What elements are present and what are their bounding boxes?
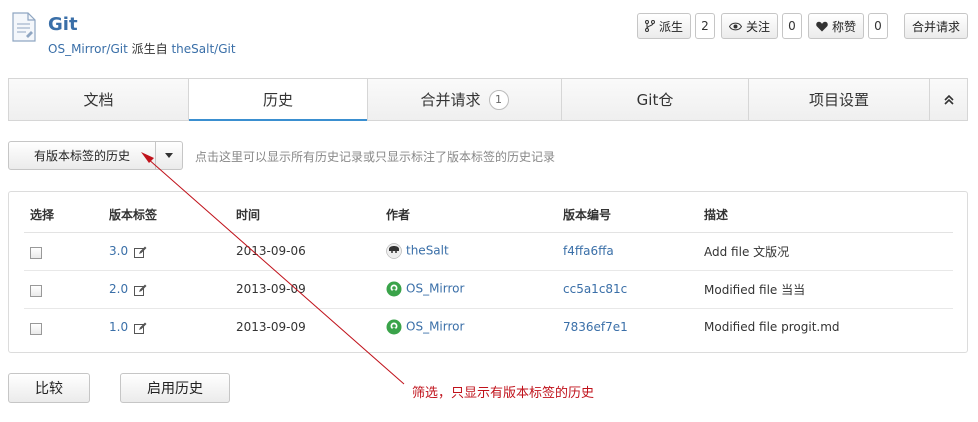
author-link[interactable]: OS_Mirror [406, 282, 464, 296]
filter-hint: 点击这里可以显示所有历史记录或只显示标注了版本标签的历史记录 [195, 150, 556, 164]
tab-git-repo-label: Git仓 [636, 91, 674, 109]
column-header-commit: 版本编号 [557, 198, 698, 233]
repo-actions: 派生 2 关注 0 称赞 0 合并请求 [636, 13, 968, 39]
history-table: 选择 版本标签 时间 作者 版本编号 描述 3.0 2013-09-06 the… [24, 198, 953, 346]
commit-description: Modified file progit.md [704, 320, 840, 335]
compare-button[interactable]: 比较 [8, 373, 90, 403]
commit-hash-link[interactable]: f4ffa6ffa [563, 244, 614, 258]
heart-icon [816, 21, 828, 31]
collapse-tabs-button[interactable] [930, 79, 967, 120]
repo-tabs: 文档 历史 合并请求 1 Git仓 项目设置 [8, 78, 968, 121]
watch-count[interactable]: 0 [781, 13, 802, 39]
tab-history[interactable]: 历史 [189, 79, 368, 121]
table-row: 1.0 2013-09-09 OS_Mirror 7836ef7e1 Modif… [24, 308, 953, 346]
tab-docs[interactable]: 文档 [9, 79, 189, 120]
fork-button[interactable]: 派生 [636, 13, 691, 39]
avatar [386, 243, 402, 259]
watch-button[interactable]: 关注 [720, 13, 778, 39]
table-header-row: 选择 版本标签 时间 作者 版本编号 描述 [24, 198, 953, 233]
row-checkbox[interactable] [30, 285, 42, 297]
chevron-down-icon [165, 153, 173, 158]
star-button[interactable]: 称赞 [807, 13, 864, 39]
fork-label: 派生 [658, 19, 683, 34]
repo-title[interactable]: Git [48, 14, 78, 35]
author-link[interactable]: theSalt [406, 244, 449, 258]
version-tag-link[interactable]: 2.0 [109, 282, 128, 296]
table-row: 2.0 2013-09-09 OS_Mirror cc5a1c81c Modif… [24, 270, 953, 309]
edit-icon[interactable] [134, 284, 147, 296]
tab-pull-requests[interactable]: 合并请求 1 [368, 79, 562, 120]
repo-subtitle: OS_Mirror/Git 派生自 theSalt/Git [48, 40, 236, 57]
repository-icon [12, 12, 36, 42]
double-chevron-up-icon [943, 94, 954, 105]
forked-from-label: 派生自 [127, 42, 172, 56]
eye-icon [728, 22, 742, 30]
commit-hash-link[interactable]: 7836ef7e1 [563, 320, 628, 334]
star-label: 称赞 [831, 19, 856, 34]
history-panel: 选择 版本标签 时间 作者 版本编号 描述 3.0 2013-09-06 the… [8, 191, 968, 353]
column-header-time: 时间 [230, 198, 380, 233]
column-header-author: 作者 [380, 198, 557, 233]
enable-history-button[interactable]: 启用历史 [120, 373, 230, 403]
avatar [386, 281, 402, 297]
commit-date: 2013-09-09 [230, 270, 380, 309]
edit-icon[interactable] [134, 246, 147, 258]
commit-hash-link[interactable]: cc5a1c81c [563, 282, 627, 296]
pull-request-button[interactable]: 合并请求 [903, 13, 968, 39]
commit-date: 2013-09-06 [230, 232, 380, 271]
pull-request-count-badge: 1 [488, 89, 509, 110]
tab-git-repo[interactable]: Git仓 [562, 79, 749, 120]
column-header-description: 描述 [698, 198, 953, 233]
author-link[interactable]: OS_Mirror [406, 320, 464, 334]
fork-icon [644, 20, 655, 32]
tab-project-settings-label: 项目设置 [808, 91, 869, 109]
tab-project-settings[interactable]: 项目设置 [749, 79, 930, 120]
avatar [386, 319, 402, 335]
watch-label: 关注 [745, 19, 770, 34]
row-checkbox[interactable] [30, 323, 42, 336]
commit-date: 2013-09-09 [236, 320, 306, 335]
version-tag-link[interactable]: 3.0 [109, 244, 128, 258]
row-checkbox[interactable] [30, 247, 42, 259]
column-header-select: 选择 [24, 198, 103, 233]
table-row: 3.0 2013-09-06 theSalt f4ffa6ffa Add fil… [24, 232, 953, 271]
annotation-text: 筛选，只显示有版本标签的历史 [412, 386, 595, 401]
history-filter-toggle[interactable] [156, 141, 183, 170]
tab-pull-requests-label: 合并请求 [420, 91, 481, 109]
version-tag-link[interactable]: 1.0 [109, 320, 128, 334]
history-filter-button[interactable]: 有版本标签的历史 [8, 141, 156, 170]
star-count[interactable]: 0 [867, 13, 888, 39]
edit-icon[interactable] [134, 322, 147, 334]
commit-description: Modified file 当当 [698, 270, 953, 309]
repo-owner-link[interactable]: OS_Mirror/Git [48, 42, 128, 56]
history-filter-dropdown: 有版本标签的历史 [8, 141, 183, 170]
forked-from-link[interactable]: theSalt/Git [171, 42, 235, 56]
tab-history-label: 历史 [262, 91, 293, 109]
column-header-tag: 版本标签 [103, 198, 230, 233]
commit-description: Add file 文版况 [698, 232, 953, 271]
tab-docs-label: 文档 [83, 91, 114, 109]
fork-count[interactable]: 2 [694, 13, 715, 39]
